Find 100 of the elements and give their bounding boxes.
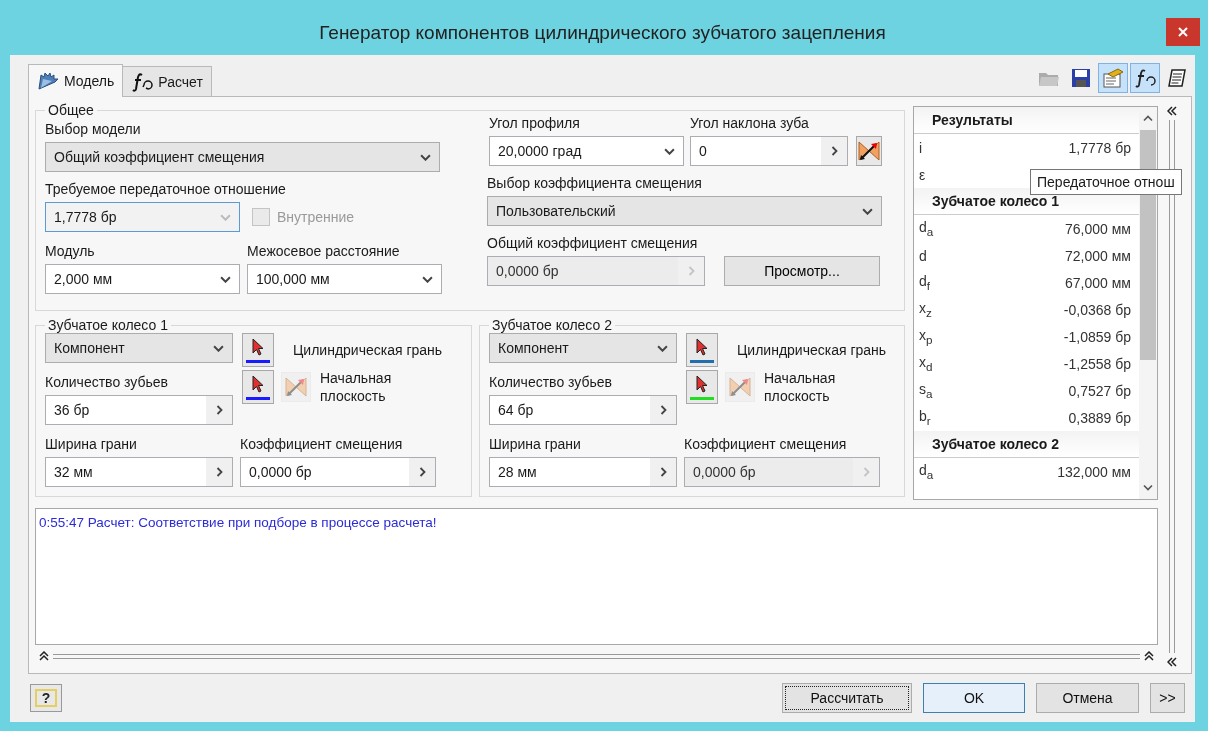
step-button[interactable]: [206, 396, 232, 424]
caret-icon: [420, 153, 431, 161]
chevron-right-icon: [418, 467, 426, 477]
result-value: -0,0368 бр: [1063, 301, 1131, 318]
function-icon: [131, 71, 154, 92]
plane-flip-icon: [857, 139, 881, 163]
result-value: -1,0859 бр: [1063, 328, 1131, 345]
dialog-button[interactable]: Рассчитать: [782, 683, 912, 713]
model-dropdown[interactable]: Общий коэффициент смещения: [45, 142, 440, 172]
cursor-icon: [251, 337, 265, 356]
expand-up-icon[interactable]: [39, 651, 49, 661]
face-width-field[interactable]: 28 мм: [489, 457, 677, 487]
pick-label: Цилиндрическая грань: [737, 341, 887, 359]
pressure-angle-combo[interactable]: 20,0000 град: [489, 136, 684, 166]
chevron-right-icon: [215, 467, 223, 477]
chevron-right-icon: [862, 467, 870, 477]
pick-label: Начальная плоскость: [764, 369, 837, 405]
result-name: x$_{z}$: [919, 300, 932, 319]
result-name: ε: [919, 166, 926, 183]
chevron-right-icon: [659, 405, 667, 415]
window-title: Генератор компонентов цилиндрического зубчатого зацепления: [319, 21, 886, 44]
group-title: Зубчатое колесо 2: [491, 317, 613, 333]
caret-icon: [220, 275, 231, 283]
close-icon: [1178, 27, 1188, 37]
caret-icon: [657, 344, 668, 352]
pick-label: Начальная плоскость: [320, 369, 393, 405]
scroll-up-icon[interactable]: [1143, 115, 1153, 122]
result-name: b$_{r}$: [919, 408, 931, 427]
expand-up-icon[interactable]: [1144, 651, 1154, 661]
center-distance-combo[interactable]: 100,000 мм: [247, 264, 442, 294]
help-button[interactable]: ?: [30, 684, 62, 712]
component-dropdown[interactable]: Компонент: [45, 333, 233, 363]
step-button[interactable]: [650, 458, 676, 486]
face-width-field[interactable]: 32 мм: [45, 457, 233, 487]
caret-icon: [220, 213, 231, 221]
result-name: i: [919, 139, 923, 156]
result-value: 1,7778 бр: [1068, 139, 1131, 156]
preview-button[interactable]: Просмотр...: [724, 256, 880, 286]
properties-icon: [1102, 68, 1124, 88]
step-button[interactable]: [821, 137, 847, 165]
scroll-down-icon[interactable]: [1143, 484, 1153, 491]
helix-angle-field[interactable]: 0: [690, 136, 848, 166]
tooltip: Передаточное отнош: [1030, 169, 1182, 195]
flip-button[interactable]: [856, 136, 882, 166]
caret-icon: [213, 344, 224, 352]
field-label: Количество зубьев: [489, 373, 614, 391]
shift-choice-dropdown[interactable]: Пользовательский: [487, 196, 882, 226]
group-title: Общее: [47, 102, 95, 118]
result-value: 0,7527 бр: [1068, 382, 1131, 399]
pick-button[interactable]: [686, 370, 718, 404]
section-header: Зубчатое колесо 2: [914, 431, 1139, 458]
teeth-field[interactable]: 64 бр: [489, 395, 677, 425]
pick-button[interactable]: [686, 333, 718, 367]
step-button[interactable]: [206, 458, 232, 486]
field-label: Угол профиля: [489, 114, 581, 132]
field-label: Количество зубьев: [45, 373, 170, 391]
field-label: Ширина грани: [45, 435, 138, 453]
section-header: Результаты: [914, 107, 1139, 134]
function-icon: [1134, 68, 1156, 88]
dialog-button[interactable]: Отмена: [1036, 683, 1139, 713]
tab[interactable]: Модель: [28, 64, 124, 97]
field-label: Межосевое расстояние: [247, 242, 401, 260]
dialog-button[interactable]: OK: [923, 683, 1025, 713]
result-name: s$_{a}$: [919, 381, 933, 400]
result-value: -1,2558 бр: [1063, 355, 1131, 372]
plane-flip-icon: [284, 375, 308, 399]
close-button[interactable]: [1166, 18, 1200, 46]
result-name: d$_{a}$: [919, 462, 934, 481]
result-name: d$_{f}$: [919, 273, 931, 292]
chevron-right-icon: [215, 405, 223, 415]
toolbar-button[interactable]: [1130, 63, 1160, 93]
component-dropdown[interactable]: Компонент: [489, 333, 677, 363]
result-value: 132,000 мм: [1057, 463, 1131, 480]
pick-button[interactable]: [242, 333, 274, 367]
step-button[interactable]: [650, 396, 676, 424]
result-value: 0,3889 бр: [1068, 409, 1131, 426]
field-label: Модуль: [45, 242, 96, 260]
save-icon: [1071, 68, 1091, 88]
gear-icon: [37, 71, 59, 91]
collapse-left-icon[interactable]: [1167, 657, 1177, 667]
notepad-icon: [1167, 68, 1187, 88]
shift-field[interactable]: 0,0000 бр: [240, 457, 436, 487]
module-combo[interactable]: 2,000 мм: [45, 264, 240, 294]
caret-icon: [862, 207, 873, 215]
collapse-left-icon[interactable]: [1167, 106, 1177, 116]
result-name: x$_{d}$: [919, 354, 933, 373]
result-value: 72,000 мм: [1065, 247, 1131, 264]
dialog-button[interactable]: >>: [1150, 683, 1185, 713]
pick-button[interactable]: [242, 370, 274, 404]
caret-icon: [422, 275, 433, 283]
step-button[interactable]: [409, 458, 435, 486]
field-label: Общий коэффициент смещения: [487, 234, 699, 252]
result-name: d: [919, 247, 927, 264]
chevron-right-icon: [687, 266, 695, 276]
field-label: Коэффициент смещения: [240, 435, 404, 453]
result-name: x$_{p}$: [919, 327, 933, 346]
tab[interactable]: Расчет: [122, 66, 212, 96]
teeth-field[interactable]: 36 бр: [45, 395, 233, 425]
field-label: Угол наклона зуба: [690, 114, 810, 132]
result-value: 76,000 мм: [1065, 220, 1131, 237]
